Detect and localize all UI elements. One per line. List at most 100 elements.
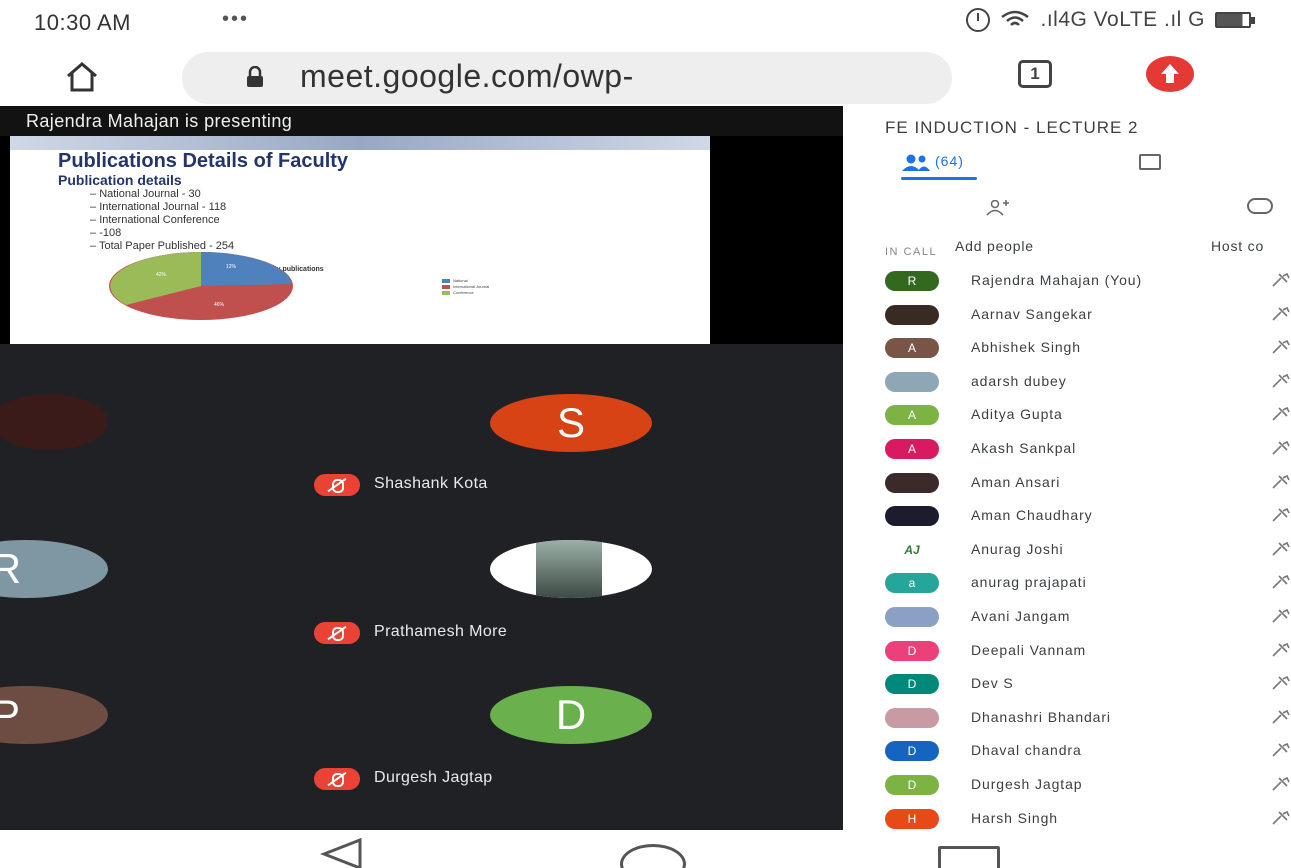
back-icon[interactable]	[320, 838, 364, 868]
in-call-section-label: IN CALL	[885, 246, 938, 258]
participant-name: Akash Sankpal	[971, 440, 1077, 456]
meeting-stage: Rajendra Mahajan is presenting Publicati…	[0, 106, 843, 830]
slide-title: Publications Details of Faculty	[58, 150, 349, 172]
slide-pie-chart: 12% 46% 42%	[109, 252, 293, 320]
participant-row[interactable]: A Aditya Gupta	[843, 398, 1291, 431]
alarm-icon	[966, 8, 991, 32]
pin-icon[interactable]	[1271, 574, 1291, 590]
slide-bullet-continued: -108	[99, 227, 122, 239]
participant-avatar[interactable]: R	[0, 540, 108, 598]
pin-icon[interactable]	[1271, 675, 1291, 691]
browser-toolbar: meet.google.com/owp- 1	[0, 46, 1291, 106]
presenting-banner: Rajendra Mahajan is presenting	[0, 106, 843, 136]
participant-row[interactable]: D Deepali Vannam	[843, 634, 1291, 667]
pin-icon[interactable]	[1271, 474, 1291, 490]
pin-icon[interactable]	[1271, 507, 1291, 523]
participant-name: Harsh Singh	[971, 810, 1058, 826]
status-icons: .ıl4G VoLTE .ıl G	[966, 8, 1255, 32]
participant-row[interactable]: Aman Ansari	[843, 466, 1291, 499]
participant-row[interactable]: D Dev S	[843, 667, 1291, 700]
mic-off-icon	[314, 474, 360, 496]
participant-tiles: S Shashank Kota R Prathamesh More P D Du…	[0, 344, 843, 830]
participant-row[interactable]: Dhanashri Bhandari	[843, 701, 1291, 734]
participant-row[interactable]: R Rajendra Mahajan (You)	[843, 264, 1291, 297]
url-text[interactable]: meet.google.com/owp-	[300, 58, 634, 95]
slide-subtitle: Publication details	[58, 172, 182, 188]
status-time: 10:30 AM	[34, 10, 131, 35]
participant-row[interactable]: A Akash Sankpal	[843, 432, 1291, 465]
participant-avatar[interactable]: P	[0, 686, 108, 744]
add-person-icon[interactable]	[983, 200, 1009, 216]
participant-avatar[interactable]	[490, 540, 652, 598]
participant-avatar	[885, 607, 939, 627]
participant-avatar[interactable]: S	[490, 394, 652, 452]
participant-row[interactable]: H Harsh Singh	[843, 802, 1291, 830]
presentation-slide: Publications Details of Faculty Publicat…	[10, 136, 710, 344]
pin-icon[interactable]	[1271, 306, 1291, 322]
pin-icon[interactable]	[1271, 709, 1291, 725]
participant-row[interactable]: Aarnav Sangekar	[843, 298, 1291, 331]
participant-row[interactable]: adarsh dubey	[843, 365, 1291, 398]
participant-avatar: A	[885, 338, 939, 358]
participant-name: Rajendra Mahajan (You)	[971, 272, 1143, 288]
participant-row[interactable]: D Durgesh Jagtap	[843, 768, 1291, 801]
participant-name: Abhishek Singh	[971, 339, 1081, 355]
home-nav-icon[interactable]	[620, 844, 686, 868]
tab-switcher-button[interactable]: 1	[1018, 60, 1052, 88]
participant-name: Dhanashri Bhandari	[971, 709, 1111, 725]
address-bar[interactable]: meet.google.com/owp-	[182, 52, 952, 104]
participant-row[interactable]: AJ Anurag Joshi	[843, 533, 1291, 566]
pin-icon[interactable]	[1271, 440, 1291, 456]
recents-icon[interactable]	[938, 846, 1000, 868]
chat-icon[interactable]	[1139, 154, 1161, 170]
slide-header-bar	[10, 136, 710, 150]
host-controls-icon[interactable]	[1247, 198, 1273, 214]
participant-avatar[interactable]: D	[490, 686, 652, 744]
add-people-button[interactable]: Add people	[955, 238, 1034, 254]
pin-icon[interactable]	[1271, 742, 1291, 758]
pin-icon[interactable]	[1271, 406, 1291, 422]
pin-icon[interactable]	[1271, 272, 1291, 288]
participant-name: Durgesh Jagtap	[374, 769, 493, 786]
lock-icon	[247, 66, 263, 87]
participant-row[interactable]: Avani Jangam	[843, 600, 1291, 633]
home-icon[interactable]	[64, 60, 100, 94]
presentation-area[interactable]: Publications Details of Faculty Publicat…	[0, 136, 843, 344]
participant-avatar: R	[885, 271, 939, 291]
slide-bullet: International Journal - 118	[90, 201, 234, 214]
slide-bullet: International Conference	[90, 214, 234, 227]
participant-avatar	[885, 305, 939, 325]
network-signal-text: .ıl4G VoLTE .ıl G	[1040, 8, 1205, 31]
participant-name: Avani Jangam	[971, 608, 1071, 624]
participant-avatar	[885, 708, 939, 728]
pin-icon[interactable]	[1271, 373, 1291, 389]
participant-avatar: A	[885, 439, 939, 459]
participant-avatar	[885, 372, 939, 392]
participant-row[interactable]: Aman Chaudhary	[843, 499, 1291, 532]
active-tab-indicator	[901, 177, 977, 180]
pin-icon[interactable]	[1271, 810, 1291, 826]
participant-name: Deepali Vannam	[971, 642, 1087, 658]
pin-icon[interactable]	[1271, 339, 1291, 355]
participant-avatar[interactable]	[0, 394, 108, 450]
host-controls-button[interactable]: Host co	[1211, 238, 1264, 254]
mic-off-icon	[314, 768, 360, 790]
presenting-text: Rajendra Mahajan is presenting	[26, 111, 293, 131]
update-badge-icon[interactable]	[1146, 56, 1194, 92]
pin-icon[interactable]	[1271, 776, 1291, 792]
pie-label-international: 46%	[214, 302, 225, 308]
participant-photo	[536, 540, 602, 598]
participant-avatar: D	[885, 775, 939, 795]
participant-name: Anurag Joshi	[971, 541, 1064, 557]
participant-avatar: AJ	[885, 540, 939, 560]
participant-row[interactable]: D Dhaval chandra	[843, 734, 1291, 767]
participant-row[interactable]: A Abhishek Singh	[843, 331, 1291, 364]
slide-bullet-list: National Journal - 30 International Jour…	[90, 188, 234, 253]
pin-icon[interactable]	[1271, 541, 1291, 557]
participant-avatar	[885, 506, 939, 526]
pin-icon[interactable]	[1271, 608, 1291, 624]
participant-name: anurag prajapati	[971, 574, 1087, 590]
participant-row[interactable]: a anurag prajapati	[843, 566, 1291, 599]
participant-name: Aman Ansari	[971, 474, 1061, 490]
pin-icon[interactable]	[1271, 642, 1291, 658]
